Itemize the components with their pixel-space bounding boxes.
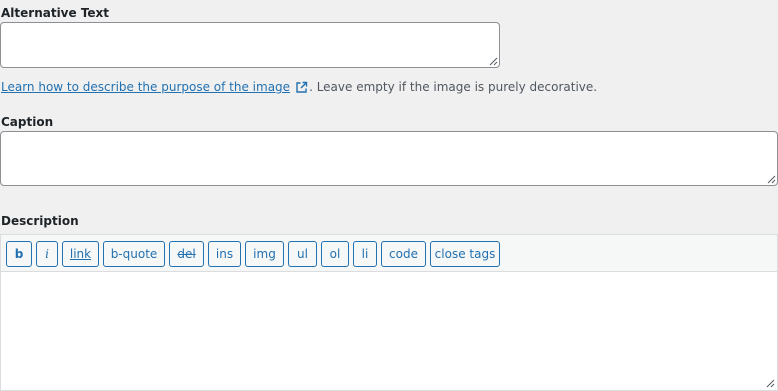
qt-italic-button[interactable]: i	[36, 241, 58, 267]
alt-text-help: Learn how to describe the purpose of the…	[1, 79, 597, 95]
qt-link-button[interactable]: link	[62, 241, 99, 267]
alt-text-input[interactable]	[0, 22, 500, 68]
qt-ins-button[interactable]: ins	[208, 241, 241, 267]
qt-bold-button[interactable]: b	[6, 241, 32, 267]
caption-label: Caption	[1, 115, 54, 129]
qt-del-button[interactable]: del	[169, 241, 204, 267]
qt-close-tags-button[interactable]: close tags	[430, 241, 500, 267]
qt-ul-button[interactable]: ul	[288, 241, 317, 267]
quicktags-toolbar: b i link b-quote del ins img ul ol li co…	[1, 235, 777, 272]
qt-li-button[interactable]: li	[353, 241, 377, 267]
alt-text-wrapper	[0, 22, 500, 68]
qt-code-button[interactable]: code	[381, 241, 426, 267]
description-label: Description	[1, 214, 79, 228]
description-editor: b i link b-quote del ins img ul ol li co…	[0, 234, 778, 391]
media-details-form: Alternative Text Learn how to describe t…	[0, 0, 778, 391]
description-input[interactable]	[1, 272, 777, 390]
caption-wrapper	[0, 131, 778, 186]
external-link-icon[interactable]	[295, 81, 308, 94]
qt-img-button[interactable]: img	[245, 241, 284, 267]
caption-input[interactable]	[0, 131, 778, 186]
qt-ol-button[interactable]: ol	[321, 241, 349, 267]
alt-text-label: Alternative Text	[1, 6, 110, 20]
alt-text-help-link[interactable]: Learn how to describe the purpose of the…	[1, 80, 290, 94]
qt-blockquote-button[interactable]: b-quote	[103, 241, 165, 267]
alt-text-help-suffix: . Leave empty if the image is purely dec…	[309, 80, 598, 94]
